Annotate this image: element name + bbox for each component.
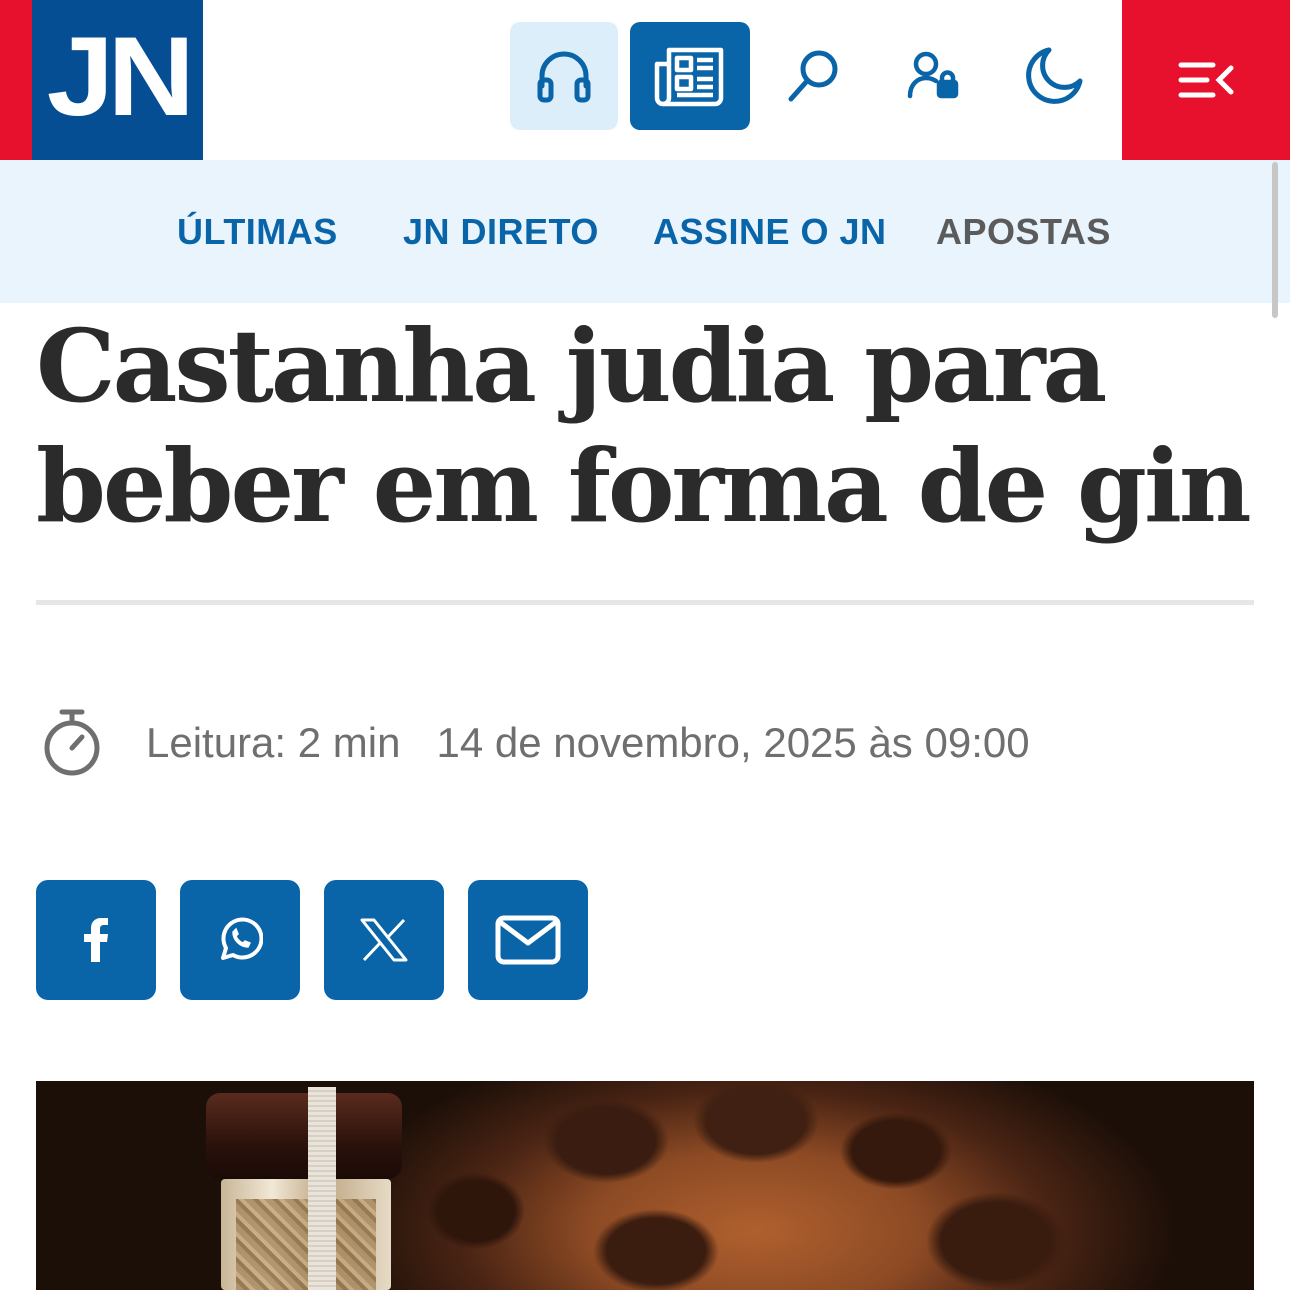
headphones-icon <box>537 51 591 103</box>
moon-icon <box>1026 47 1083 104</box>
nav-item-jn-direto[interactable]: JN DIRETO <box>403 211 599 253</box>
section-nav: ÚLTIMAS JN DIRETO ASSINE O JN APOSTAS <box>0 160 1290 303</box>
bottle-cap <box>206 1093 402 1179</box>
user-lock-icon <box>907 51 959 99</box>
article-image <box>36 1081 1254 1290</box>
share-x-button[interactable] <box>324 880 444 1000</box>
logo-text: JN <box>46 13 195 139</box>
bottle-cork <box>236 1199 376 1290</box>
menu-icon <box>1178 62 1234 98</box>
search-button[interactable] <box>760 22 868 130</box>
newspaper-icon <box>654 47 724 107</box>
publish-date: 14 de novembro, 2025 às 09:00 <box>436 719 1030 766</box>
dark-mode-toggle[interactable] <box>1000 22 1108 130</box>
x-icon <box>360 918 408 962</box>
share-email-button[interactable] <box>468 880 588 1000</box>
account-button[interactable] <box>880 22 988 130</box>
epaper-button[interactable] <box>630 22 750 130</box>
menu-button[interactable] <box>1122 0 1290 160</box>
jn-logo[interactable]: JN <box>32 0 203 160</box>
bottle-seal <box>308 1087 336 1290</box>
share-facebook-button[interactable] <box>36 880 156 1000</box>
scrollbar[interactable] <box>1272 162 1278 318</box>
search-icon <box>788 50 838 102</box>
article-meta: Leitura: 2 min 14 de novembro, 2025 às 0… <box>36 705 1030 781</box>
share-whatsapp-button[interactable] <box>180 880 300 1000</box>
reading-time: Leitura: 2 min <box>146 719 401 766</box>
share-buttons <box>36 880 588 1000</box>
audio-button[interactable] <box>510 22 618 130</box>
brand-stripe <box>0 0 32 160</box>
email-icon <box>495 915 561 965</box>
nav-item-ultimas[interactable]: ÚLTIMAS <box>177 211 338 253</box>
nav-item-assine[interactable]: ASSINE O JN <box>653 211 887 253</box>
stopwatch-icon <box>44 709 100 776</box>
title-divider <box>36 600 1254 605</box>
facebook-icon <box>84 918 108 962</box>
site-header: JN <box>0 0 1290 160</box>
article-title: Castanha judia para beber em forma de gi… <box>36 307 1252 545</box>
whatsapp-icon <box>221 917 263 960</box>
nav-item-apostas[interactable]: APOSTAS <box>936 211 1111 253</box>
